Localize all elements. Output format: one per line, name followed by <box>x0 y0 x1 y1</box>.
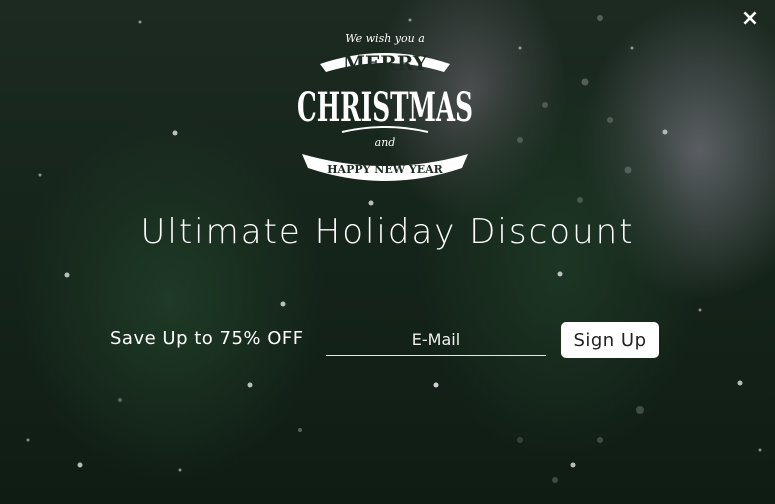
logo-christmas: CHRISTMAS <box>297 84 473 131</box>
logo-merry: MERRY <box>343 51 428 75</box>
email-input[interactable] <box>326 324 546 356</box>
close-icon[interactable]: × <box>737 6 763 32</box>
merry-christmas-logo: We wish you a MERRY CHRISTMAS and HAPPY … <box>297 32 473 181</box>
sign-up-button[interactable]: Sign Up <box>561 322 659 358</box>
offer-text: Save Up to 75% OFF <box>110 328 304 349</box>
logo-and: and <box>375 136 396 149</box>
headline: Ultimate Holiday Discount <box>140 212 635 252</box>
logo-top-line: We wish you a <box>345 32 425 45</box>
holiday-popup: × We wish you a MERRY CHRISTMAS and HAPP… <box>0 0 775 504</box>
logo-new-year: HAPPY NEW YEAR <box>327 163 444 176</box>
